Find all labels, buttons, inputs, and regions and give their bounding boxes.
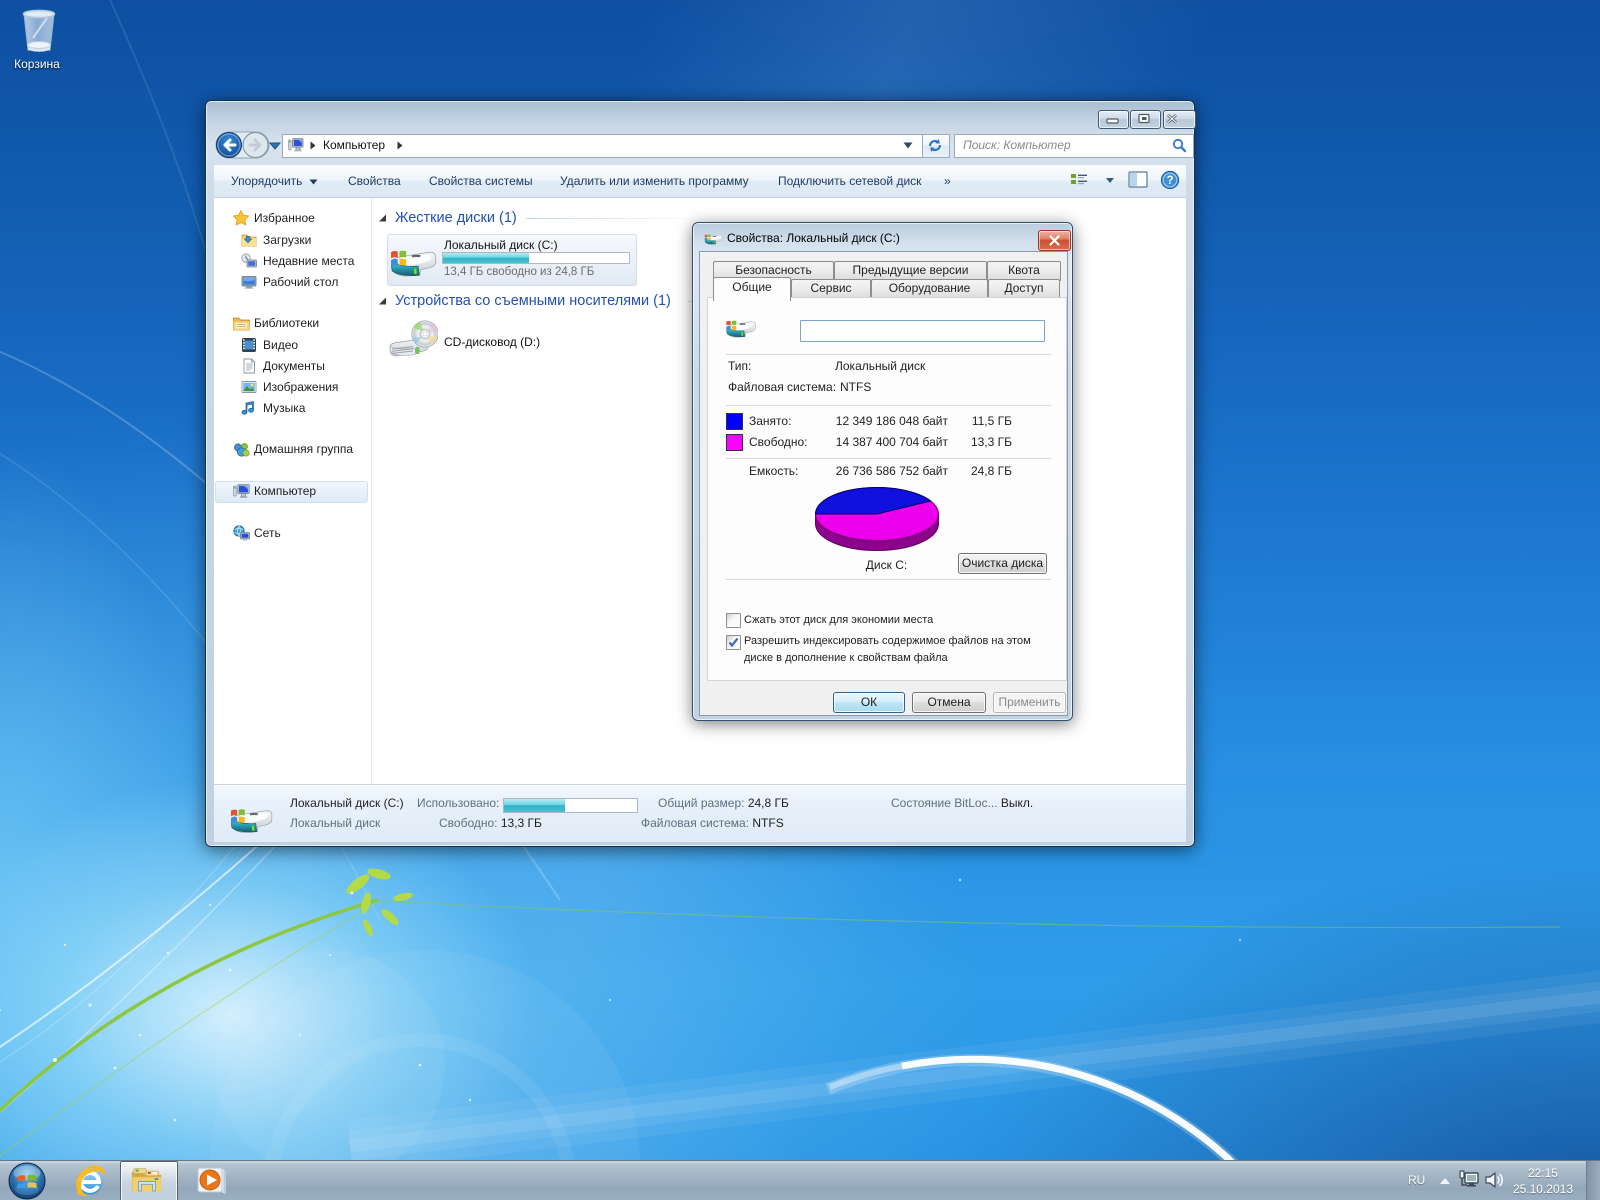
svg-text:?: ? bbox=[1166, 175, 1173, 187]
